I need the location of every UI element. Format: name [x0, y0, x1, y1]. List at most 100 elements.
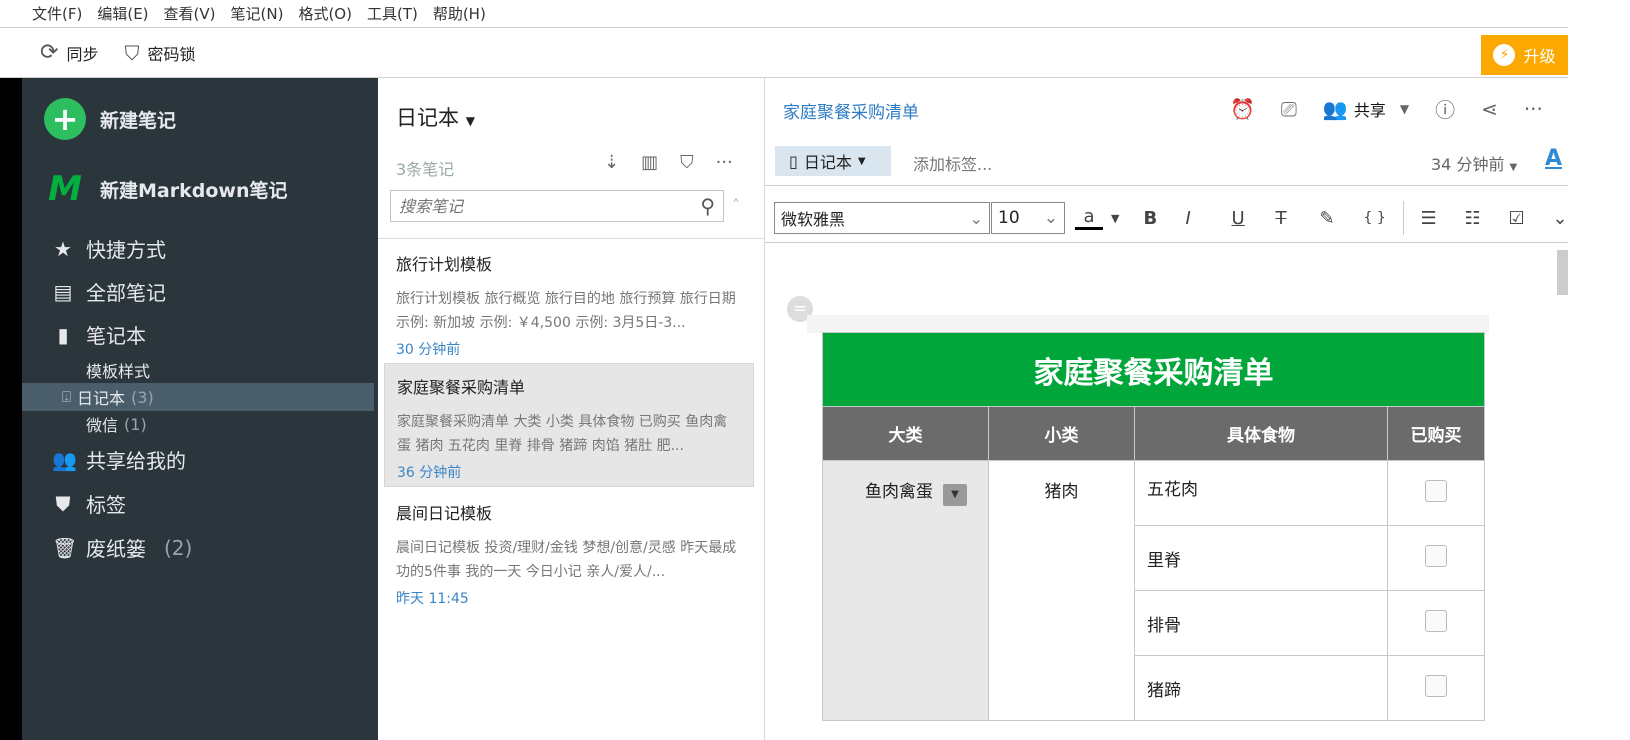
- column-header[interactable]: 大类: [822, 406, 989, 461]
- shared-label: 共享给我的: [86, 449, 186, 473]
- font-family-select[interactable]: 微软雅黑 ⌄: [774, 202, 990, 234]
- notebook-dropdown[interactable]: 日记本 ▼: [396, 102, 475, 132]
- subcategory-cell[interactable]: 猪肉: [988, 460, 1135, 721]
- tag-filter-icon[interactable]: ⛉: [680, 152, 694, 173]
- caret-down-icon: ▼: [857, 155, 866, 167]
- info-icon[interactable]: ⓘ: [1435, 94, 1455, 123]
- sidebar-item-shortcuts[interactable]: ★ 快捷方式: [52, 234, 166, 263]
- font-family-value: 微软雅黑: [781, 210, 846, 229]
- modified-time: 34 分钟前: [1431, 155, 1505, 174]
- font-size-select[interactable]: 10 ⌄: [991, 202, 1065, 234]
- checkbox-icon[interactable]: ☑: [1508, 208, 1552, 229]
- sidebar-notebook-diary[interactable]: ⍗ 日记本 (3): [22, 383, 374, 411]
- sidebar-notebook-wechat[interactable]: 微信 (1): [22, 410, 374, 438]
- menu-view[interactable]: 查看(V): [164, 3, 216, 24]
- menu-format[interactable]: 格式(O): [298, 3, 352, 24]
- chevron-down-icon: ⌄: [969, 208, 983, 228]
- alarm-icon[interactable]: ⏰: [1230, 97, 1255, 121]
- menu-tools[interactable]: 工具(T): [367, 3, 418, 24]
- sidebar-item-tags[interactable]: ⛊ 标签: [52, 489, 127, 518]
- scrollbar-thumb[interactable]: [1557, 250, 1568, 295]
- note-title: 晨间日记模板: [396, 504, 493, 523]
- new-note-button[interactable]: + 新建笔记: [44, 98, 176, 140]
- caret-down-icon: ▼: [1509, 162, 1518, 173]
- text-style-icon[interactable]: A: [1545, 146, 1562, 171]
- lock-button[interactable]: ⛉ 密码锁: [124, 41, 195, 65]
- note-editor: 家庭聚餐采购清单 ⏰ ⎚ 👥 共享 ▼ ⓘ ⋖ ··· ▯ 日记本 ▼ 添加标签... …: [765, 78, 1568, 740]
- cell-dropdown-icon[interactable]: ▼: [943, 484, 967, 506]
- note-date: 30 分钟前: [396, 342, 461, 358]
- sidebar-item-notebooks[interactable]: ▮ 笔记本: [52, 320, 146, 349]
- more-icon[interactable]: ···: [716, 152, 733, 173]
- upgrade-button[interactable]: ⚡ 升级: [1481, 35, 1568, 75]
- collapse-chevron-icon[interactable]: ˄: [732, 196, 740, 215]
- share-label: 共享: [1353, 100, 1386, 120]
- note-count: 3条笔记: [396, 160, 455, 179]
- more-icon[interactable]: ···: [1524, 97, 1543, 121]
- note-item[interactable]: 旅行计划模板 旅行计划模板 旅行概览 旅行目的地 旅行预算 旅行日期 示例: 新加…: [384, 241, 754, 365]
- notebook-icon: ▯: [789, 151, 798, 171]
- notebook-label: 模板样式: [86, 362, 151, 381]
- users-icon: 👥: [1322, 96, 1348, 121]
- purchased-checkbox[interactable]: [1425, 479, 1447, 502]
- bold-icon[interactable]: B: [1143, 208, 1185, 229]
- toolbar-divider: [1403, 201, 1405, 235]
- sidebar-item-shared[interactable]: 👥 共享给我的: [52, 445, 186, 474]
- add-tag-input[interactable]: 添加标签...: [913, 151, 992, 175]
- food-cell[interactable]: 排骨: [1134, 590, 1388, 656]
- code-icon[interactable]: { }: [1363, 210, 1403, 226]
- underline-icon[interactable]: U: [1231, 208, 1275, 229]
- new-markdown-button[interactable]: M 新建Markdown笔记: [44, 168, 287, 210]
- font-color-icon[interactable]: a: [1075, 206, 1103, 230]
- table-title[interactable]: 家庭聚餐采购清单: [822, 332, 1485, 407]
- modified-time-dropdown[interactable]: 34 分钟前 ▼: [1431, 151, 1517, 175]
- sync-button[interactable]: ⟳ 同步: [40, 40, 98, 65]
- column-header[interactable]: 具体食物: [1134, 406, 1388, 461]
- column-header[interactable]: 小类: [988, 406, 1135, 461]
- purchased-checkbox[interactable]: [1425, 609, 1447, 632]
- lightning-icon: ⚡: [1493, 44, 1516, 66]
- sidebar-item-all-notes[interactable]: ▤ 全部笔记: [52, 277, 166, 306]
- column-header[interactable]: 已购买: [1387, 406, 1485, 461]
- bullet-list-icon[interactable]: ☰: [1420, 208, 1464, 229]
- note-list: 日记本 ▼ 3条笔记 ⇣ ▥ ⛉ ··· ⚲ ˄ 旅行计划模板旅行计划模板 旅行概览 …: [378, 78, 765, 740]
- plus-circle-icon: +: [44, 98, 86, 140]
- purchased-checkbox[interactable]: [1425, 674, 1447, 697]
- sidebar: + 新建笔记 M 新建Markdown笔记 ★ 快捷方式 ▤ 全部笔记 ▮ 笔记本 模板样…: [22, 78, 378, 740]
- search-icon[interactable]: ⚲: [700, 194, 715, 218]
- more-tools-icon[interactable]: ⌄: [1552, 208, 1572, 229]
- food-cell[interactable]: 猪蹄: [1134, 655, 1388, 721]
- present-icon[interactable]: ⎚: [1281, 97, 1297, 121]
- menu-edit[interactable]: 编辑(E): [97, 3, 148, 24]
- strikethrough-icon[interactable]: T: [1275, 208, 1319, 229]
- main-toolbar: ⟳ 同步 ⛉ 密码锁: [0, 28, 1568, 78]
- italic-icon[interactable]: I: [1185, 208, 1231, 229]
- food-cell[interactable]: 五花肉: [1134, 460, 1388, 526]
- caret-down-icon[interactable]: ▼: [1111, 212, 1119, 225]
- note-preview: 家庭聚餐采购清单 大类 小类 具体食物 已购买 鱼肉禽蛋 猪肉 五花肉 里脊 排…: [397, 414, 728, 454]
- view-layout-icon[interactable]: ▥: [641, 152, 658, 173]
- search-input[interactable]: [399, 196, 701, 216]
- notebook-selector[interactable]: ▯ 日记本 ▼: [775, 146, 891, 176]
- category-cell[interactable]: 鱼肉禽蛋 ▼: [822, 460, 989, 721]
- sidebar-item-trash[interactable]: 🗑 废纸篓 (2): [52, 533, 192, 562]
- caret-down-icon: ▼: [1399, 101, 1410, 116]
- highlighter-icon[interactable]: ✎: [1319, 208, 1363, 229]
- food-cell[interactable]: 里脊: [1134, 525, 1388, 591]
- sort-icon[interactable]: ⇣: [604, 152, 619, 173]
- menu-note[interactable]: 笔记(N): [231, 3, 284, 24]
- share-nodes-icon[interactable]: ⋖: [1481, 97, 1498, 121]
- menu-help[interactable]: 帮助(H): [433, 3, 486, 24]
- sidebar-notebook-templates[interactable]: 模板样式: [22, 356, 374, 384]
- purchased-checkbox[interactable]: [1425, 544, 1447, 567]
- menu-file[interactable]: 文件(F): [32, 3, 82, 24]
- menu-bar: 文件(F) 编辑(E) 查看(V) 笔记(N) 格式(O) 工具(T) 帮助(H…: [0, 0, 1568, 28]
- note-title: 家庭聚餐采购清单: [397, 378, 526, 397]
- note-item-selected[interactable]: 家庭聚餐采购清单家庭聚餐采购清单 大类 小类 具体食物 已购买 鱼肉禽蛋 猪肉 …: [384, 363, 754, 487]
- note-title[interactable]: 家庭聚餐采购清单: [783, 98, 919, 123]
- note-item[interactable]: 晨间日记模板 晨间日记模板 投资/理财/金钱 梦想/创意/灵感 昨天最成功的5件事…: [384, 490, 754, 614]
- shopping-table: 家庭聚餐采购清单 大类 小类 具体食物 已购买 鱼肉禽蛋 ▼ 猪肉 五花肉 里脊 …: [822, 332, 1485, 721]
- numbered-list-icon[interactable]: ☷: [1464, 208, 1508, 229]
- share-dropdown[interactable]: 👥 共享 ▼: [1323, 97, 1409, 121]
- lock-label: 密码锁: [147, 44, 196, 64]
